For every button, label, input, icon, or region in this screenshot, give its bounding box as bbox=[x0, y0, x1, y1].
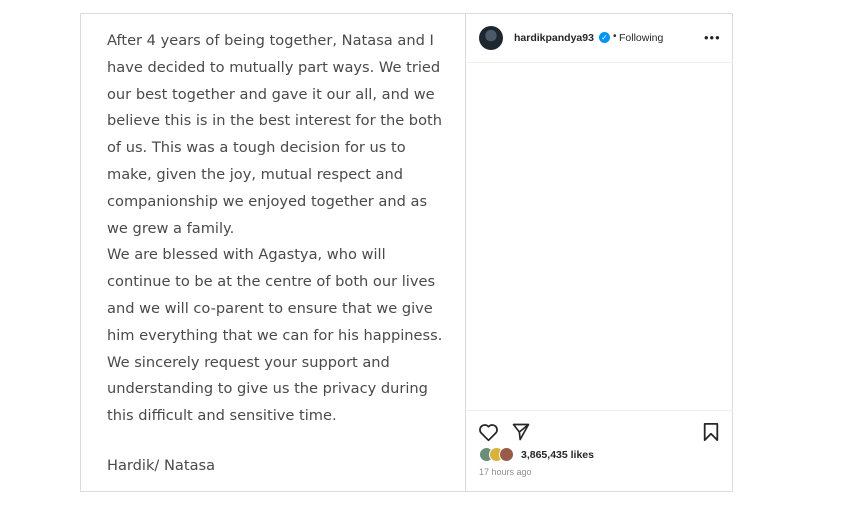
statement-text: After 4 years of being together, Natasa … bbox=[107, 28, 447, 430]
heart-outline-icon[interactable] bbox=[478, 422, 499, 442]
post-sidebar: hardikpandya93 ✓ • Following ••• 3,865,4… bbox=[465, 14, 733, 491]
post-header: hardikpandya93 ✓ • Following ••• bbox=[466, 14, 733, 63]
comments-area bbox=[466, 62, 733, 411]
liker-avatars[interactable] bbox=[479, 447, 519, 462]
username-link[interactable]: hardikpandya93 bbox=[514, 32, 594, 44]
statement-signature: Hardik/ Natasa bbox=[107, 457, 216, 474]
statement-paragraph-1: After 4 years of being together, Natasa … bbox=[107, 32, 442, 237]
more-options-icon[interactable]: ••• bbox=[704, 30, 721, 45]
statement-paragraph-2: We are blessed with Agastya, who will co… bbox=[107, 246, 443, 425]
post-timestamp[interactable]: 17 hours ago bbox=[479, 467, 532, 477]
post-image: After 4 years of being together, Natasa … bbox=[81, 14, 465, 491]
instagram-post: After 4 years of being together, Natasa … bbox=[80, 13, 733, 492]
avatar[interactable] bbox=[479, 26, 503, 50]
likes-count[interactable]: 3,865,435 likes bbox=[521, 449, 594, 461]
bookmark-outline-icon[interactable] bbox=[702, 422, 720, 442]
paper-plane-icon[interactable] bbox=[511, 422, 531, 442]
following-button[interactable]: Following bbox=[619, 32, 663, 44]
liker-avatar bbox=[499, 447, 514, 462]
separator-dot: • bbox=[613, 31, 617, 42]
verified-badge-icon: ✓ bbox=[599, 32, 610, 43]
